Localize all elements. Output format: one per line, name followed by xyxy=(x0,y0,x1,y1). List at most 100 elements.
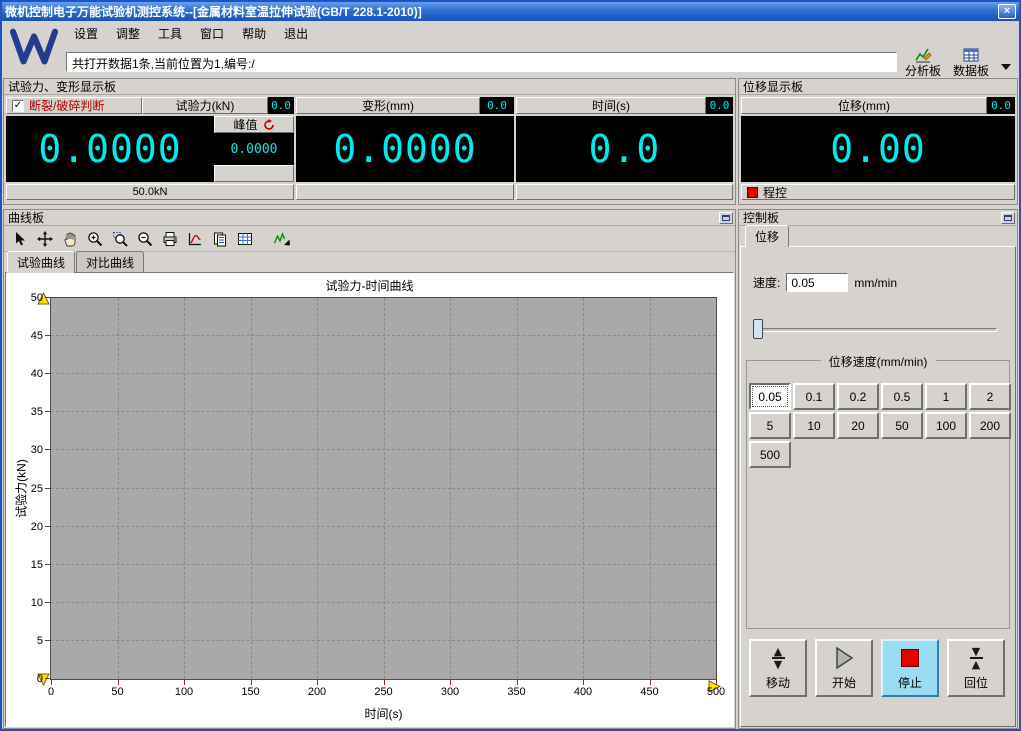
force-display-panel-title: 试验力、变形显示板 xyxy=(8,78,116,95)
move-crosshair-icon xyxy=(37,231,53,247)
y-tick-label: 10 xyxy=(31,597,43,609)
displacement-tab-page: 速度: mm/min 位移速度(mm/min) 0.05 0.1 0.2 0.5… xyxy=(740,246,1016,727)
tab-displacement[interactable]: 位移 xyxy=(745,225,789,247)
speed-preset-button[interactable]: 5 xyxy=(749,412,791,439)
title-bar[interactable]: 微机控制电子万能试验机测控系统--[金属材料室温拉伸试验(GB/T 228.1-… xyxy=(2,2,1019,21)
jog-button-row: ▲▼ 移动 开始 停止 ▼▲ xyxy=(749,639,1005,697)
zoom-out-icon xyxy=(137,231,153,247)
y-tick-mark xyxy=(45,411,50,412)
data-status-field[interactable]: 共打开数据1条,当前位置为1,编号:/ xyxy=(66,52,897,72)
grid-line-horizontal xyxy=(51,411,716,412)
x-tick-label: 200 xyxy=(308,686,326,698)
menu-exit[interactable]: 退出 xyxy=(276,22,316,45)
speed-preset-button[interactable]: 20 xyxy=(837,412,879,439)
y-tick-mark xyxy=(45,602,50,603)
fracture-checkbox[interactable]: ✓ 断裂/破碎判断 xyxy=(6,97,142,114)
y-tick-mark xyxy=(45,373,50,374)
data-table-icon xyxy=(962,46,980,64)
control-panel: 控制板 位移 速度: mm/min 位移速度(mm/min) 0.05 0.1 xyxy=(738,209,1018,729)
speed-preset-button[interactable]: 10 xyxy=(793,412,835,439)
control-float-button[interactable] xyxy=(1001,212,1015,224)
curve-setup-button[interactable] xyxy=(183,228,206,249)
control-tabs: 位移 xyxy=(739,226,1017,246)
speed-preset-button[interactable]: 0.05 xyxy=(749,383,791,410)
speed-group-title: 位移速度(mm/min) xyxy=(821,353,936,370)
menu-adjust[interactable]: 调整 xyxy=(108,22,148,45)
return-button[interactable]: ▼▲ 回位 xyxy=(947,639,1005,697)
analysis-board-button[interactable]: 分析板 xyxy=(905,46,941,78)
zoom-in-button[interactable] xyxy=(83,228,106,249)
float-window-icon xyxy=(1004,215,1012,221)
print-button[interactable] xyxy=(158,228,181,249)
pan-hand-button[interactable] xyxy=(58,228,81,249)
stop-button[interactable]: 停止 xyxy=(881,639,939,697)
y-tick-mark xyxy=(45,640,50,641)
zoom-window-icon xyxy=(112,231,128,247)
analysis-board-label: 分析板 xyxy=(905,64,941,78)
x-tick-mark xyxy=(51,680,52,685)
window-title: 微机控制电子万能试验机测控系统--[金属材料室温拉伸试验(GB/T 228.1-… xyxy=(5,3,998,20)
displacement-header: 位移(mm) xyxy=(741,97,987,114)
speed-preset-button[interactable]: 0.1 xyxy=(793,383,835,410)
menu-settings[interactable]: 设置 xyxy=(66,22,106,45)
plot-area[interactable]: 0501001502002503003504004505000510152025… xyxy=(50,297,717,680)
x-tick-mark xyxy=(184,680,185,685)
x-tick-label: 450 xyxy=(640,686,658,698)
close-button[interactable]: × xyxy=(998,4,1016,19)
tab-test-curve[interactable]: 试验曲线 xyxy=(7,251,75,273)
start-button[interactable]: 开始 xyxy=(815,639,873,697)
y-tick-mark xyxy=(45,678,50,679)
grid-table-button[interactable] xyxy=(233,228,256,249)
time-bottom-strip xyxy=(516,184,733,200)
zoom-window-button[interactable] xyxy=(108,228,131,249)
y-tick-label: 20 xyxy=(31,521,43,533)
x-tick-mark xyxy=(251,680,252,685)
peak-refresh-icon[interactable] xyxy=(263,119,275,131)
speed-preset-button[interactable]: 50 xyxy=(881,412,923,439)
menu-help[interactable]: 帮助 xyxy=(234,22,274,45)
float-panel-button[interactable] xyxy=(719,212,733,224)
grid-line-vertical xyxy=(384,298,385,679)
y-tick-mark xyxy=(45,564,50,565)
slider-thumb[interactable] xyxy=(753,319,763,339)
select-cursor-button[interactable] xyxy=(8,228,31,249)
report-button[interactable] xyxy=(208,228,231,249)
curve-panel: 曲线板 xyxy=(3,209,736,729)
speed-preset-button[interactable]: 1 xyxy=(925,383,967,410)
move-button[interactable]: ▲▼ 移动 xyxy=(749,639,807,697)
analysis-chart-icon xyxy=(914,46,932,64)
speed-preset-group: 位移速度(mm/min) 0.05 0.1 0.2 0.5 1 2 5 10 2… xyxy=(746,360,1010,629)
speed-preset-button[interactable]: 100 xyxy=(925,412,967,439)
speed-preset-button[interactable]: 0.5 xyxy=(881,383,923,410)
force-display-panel-caption: 试验力、变形显示板 xyxy=(4,79,735,95)
speed-preset-button[interactable]: 2 xyxy=(969,383,1011,410)
y-tick-label: 35 xyxy=(31,406,43,418)
fracture-checkbox-box[interactable]: ✓ xyxy=(12,100,24,112)
dropdown-arrow-icon[interactable] xyxy=(1001,64,1011,70)
zoom-out-button[interactable] xyxy=(133,228,156,249)
speed-slider[interactable] xyxy=(753,319,997,339)
menu-tools[interactable]: 工具 xyxy=(150,22,190,45)
signal-mark-button[interactable] xyxy=(270,228,293,249)
speed-preset-button[interactable]: 500 xyxy=(749,441,791,468)
slider-track[interactable] xyxy=(753,328,997,332)
play-icon xyxy=(833,645,855,671)
speed-preset-button[interactable]: 0.2 xyxy=(837,383,879,410)
speed-input[interactable] xyxy=(786,273,848,292)
y-tick-mark xyxy=(45,449,50,450)
speed-preset-button[interactable]: 200 xyxy=(969,412,1011,439)
curve-panel-caption: 曲线板 xyxy=(4,210,735,226)
move-crosshair-button[interactable] xyxy=(33,228,56,249)
control-panel-caption: 控制板 xyxy=(739,210,1017,226)
menu-bar: 设置 调整 工具 窗口 帮助 退出 xyxy=(2,21,1019,46)
y-tick-label: 15 xyxy=(31,559,43,571)
time-header-value: 0.0 xyxy=(706,97,733,114)
y-tick-label: 5 xyxy=(37,635,43,647)
signal-mark-icon xyxy=(273,231,291,247)
menu-window[interactable]: 窗口 xyxy=(192,22,232,45)
data-board-button[interactable]: 数据板 xyxy=(953,46,989,78)
x-tick-label: 0 xyxy=(48,686,54,698)
tab-compare-curve[interactable]: 对比曲线 xyxy=(76,251,144,272)
grid-line-vertical xyxy=(184,298,185,679)
peak-value-display: 0.0000 xyxy=(214,133,294,165)
